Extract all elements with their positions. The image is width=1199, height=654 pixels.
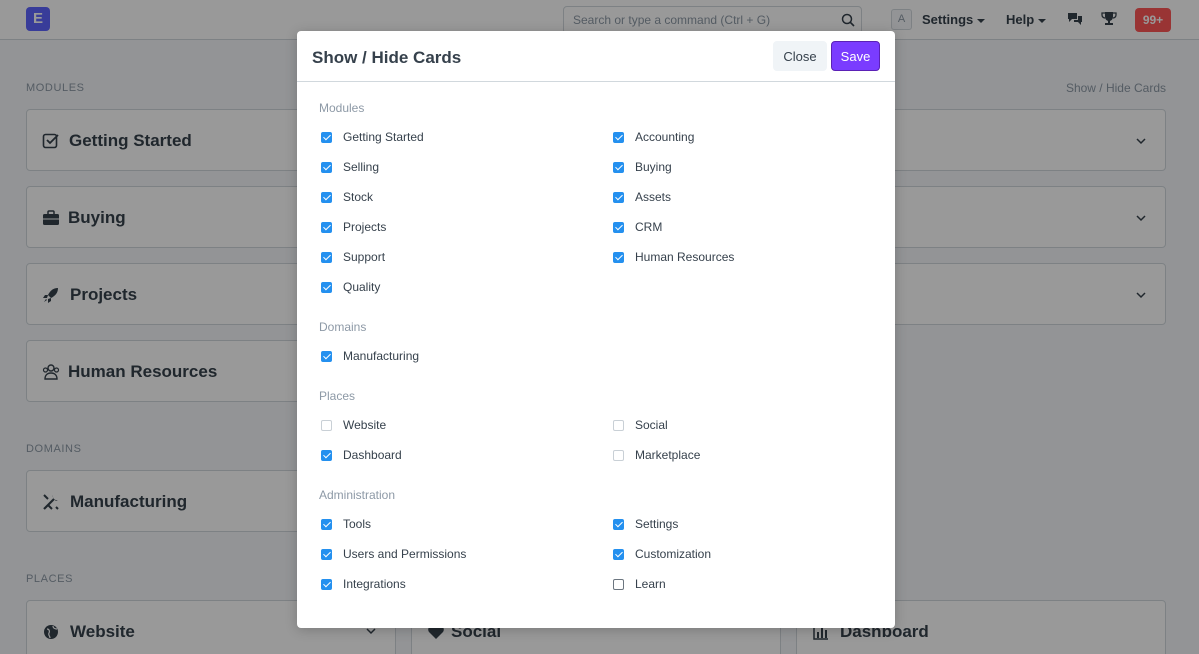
checkbox-label: Support bbox=[343, 250, 386, 264]
checkbox-checked-icon[interactable] bbox=[321, 161, 332, 173]
checkbox-assets[interactable]: Assets bbox=[613, 187, 671, 207]
checkbox-checked-icon[interactable] bbox=[321, 350, 332, 362]
checkbox-label: Settings bbox=[635, 517, 679, 531]
checkbox-crm[interactable]: CRM bbox=[613, 217, 662, 237]
checkbox-unchecked-icon[interactable] bbox=[613, 578, 624, 590]
checkbox-label: Accounting bbox=[635, 130, 695, 144]
checkbox-label: Quality bbox=[343, 280, 381, 294]
checkbox-learn[interactable]: Learn bbox=[613, 574, 666, 594]
checkbox-support[interactable]: Support bbox=[321, 247, 385, 267]
checkbox-selling[interactable]: Selling bbox=[321, 157, 379, 177]
checkbox-checked-icon[interactable] bbox=[321, 449, 332, 461]
show-hide-cards-dialog: Show / Hide Cards Close Save Modules Get… bbox=[297, 31, 895, 628]
checkbox-label: Manufacturing bbox=[343, 349, 420, 363]
checkbox-checked-icon[interactable] bbox=[321, 518, 332, 530]
checkbox-label: Users and Permissions bbox=[343, 547, 467, 561]
checkbox-checked-icon[interactable] bbox=[613, 548, 624, 560]
checkbox-integrations[interactable]: Integrations bbox=[321, 574, 406, 594]
checkbox-label: Learn bbox=[635, 577, 666, 591]
save-button[interactable]: Save bbox=[831, 41, 880, 71]
checkbox-checked-icon[interactable] bbox=[321, 221, 332, 233]
checkbox-checked-icon[interactable] bbox=[613, 251, 624, 263]
checkbox-customization[interactable]: Customization bbox=[613, 544, 711, 564]
checkbox-label: Stock bbox=[343, 190, 374, 204]
checkbox-manufacturing[interactable]: Manufacturing bbox=[321, 346, 419, 366]
modal-header: Show / Hide Cards Close Save bbox=[297, 31, 895, 82]
close-button[interactable]: Close bbox=[773, 41, 827, 71]
checkbox-checked-icon[interactable] bbox=[613, 221, 624, 233]
modal-title: Show / Hide Cards bbox=[312, 48, 462, 67]
checkbox-label: Integrations bbox=[343, 577, 406, 591]
checkbox-label: Buying bbox=[635, 160, 672, 174]
checkbox-checked-icon[interactable] bbox=[321, 548, 332, 560]
checkbox-settings[interactable]: Settings bbox=[613, 514, 678, 534]
checkbox-checked-icon[interactable] bbox=[613, 191, 624, 203]
checkbox-unchecked-icon[interactable] bbox=[613, 449, 624, 461]
checkbox-unchecked-icon[interactable] bbox=[321, 419, 332, 431]
checkbox-label: Human Resources bbox=[635, 250, 735, 264]
checkbox-human-resources[interactable]: Human Resources bbox=[613, 247, 734, 267]
checkbox-projects[interactable]: Projects bbox=[321, 217, 386, 237]
administration-group-title: Administration bbox=[319, 488, 396, 502]
checkbox-website[interactable]: Website bbox=[321, 415, 386, 435]
checkbox-checked-icon[interactable] bbox=[613, 131, 624, 143]
checkbox-label: Website bbox=[343, 418, 387, 432]
checkbox-label: CRM bbox=[635, 220, 663, 234]
checkbox-label: Dashboard bbox=[343, 448, 402, 462]
checkbox-label: Customization bbox=[635, 547, 712, 561]
checkbox-checked-icon[interactable] bbox=[321, 578, 332, 590]
checkbox-label: Tools bbox=[343, 517, 372, 531]
checkbox-tools[interactable]: Tools bbox=[321, 514, 371, 534]
checkbox-label: Assets bbox=[635, 190, 672, 204]
checkbox-users-and-permissions[interactable]: Users and Permissions bbox=[321, 544, 466, 564]
checkbox-checked-icon[interactable] bbox=[321, 281, 332, 293]
checkbox-dashboard[interactable]: Dashboard bbox=[321, 445, 402, 465]
checkbox-checked-icon[interactable] bbox=[613, 161, 624, 173]
places-group-title: Places bbox=[319, 389, 356, 403]
modules-group-title: Modules bbox=[319, 101, 365, 115]
checkbox-quality[interactable]: Quality bbox=[321, 277, 380, 297]
checkbox-stock[interactable]: Stock bbox=[321, 187, 373, 207]
checkbox-accounting[interactable]: Accounting bbox=[613, 127, 694, 147]
checkbox-unchecked-icon[interactable] bbox=[613, 419, 624, 431]
checkbox-social[interactable]: Social bbox=[613, 415, 668, 435]
checkbox-label: Marketplace bbox=[635, 448, 701, 462]
checkbox-label: Social bbox=[635, 418, 668, 432]
checkbox-label: Projects bbox=[343, 220, 387, 234]
domains-group-title: Domains bbox=[319, 320, 367, 334]
checkbox-marketplace[interactable]: Marketplace bbox=[613, 445, 700, 465]
checkbox-getting-started[interactable]: Getting Started bbox=[321, 127, 424, 147]
checkbox-buying[interactable]: Buying bbox=[613, 157, 672, 177]
checkbox-label: Getting Started bbox=[343, 130, 424, 144]
checkbox-checked-icon[interactable] bbox=[613, 518, 624, 530]
checkbox-checked-icon[interactable] bbox=[321, 131, 332, 143]
checkbox-checked-icon[interactable] bbox=[321, 251, 332, 263]
checkbox-label: Selling bbox=[343, 160, 380, 174]
checkbox-checked-icon[interactable] bbox=[321, 191, 332, 203]
